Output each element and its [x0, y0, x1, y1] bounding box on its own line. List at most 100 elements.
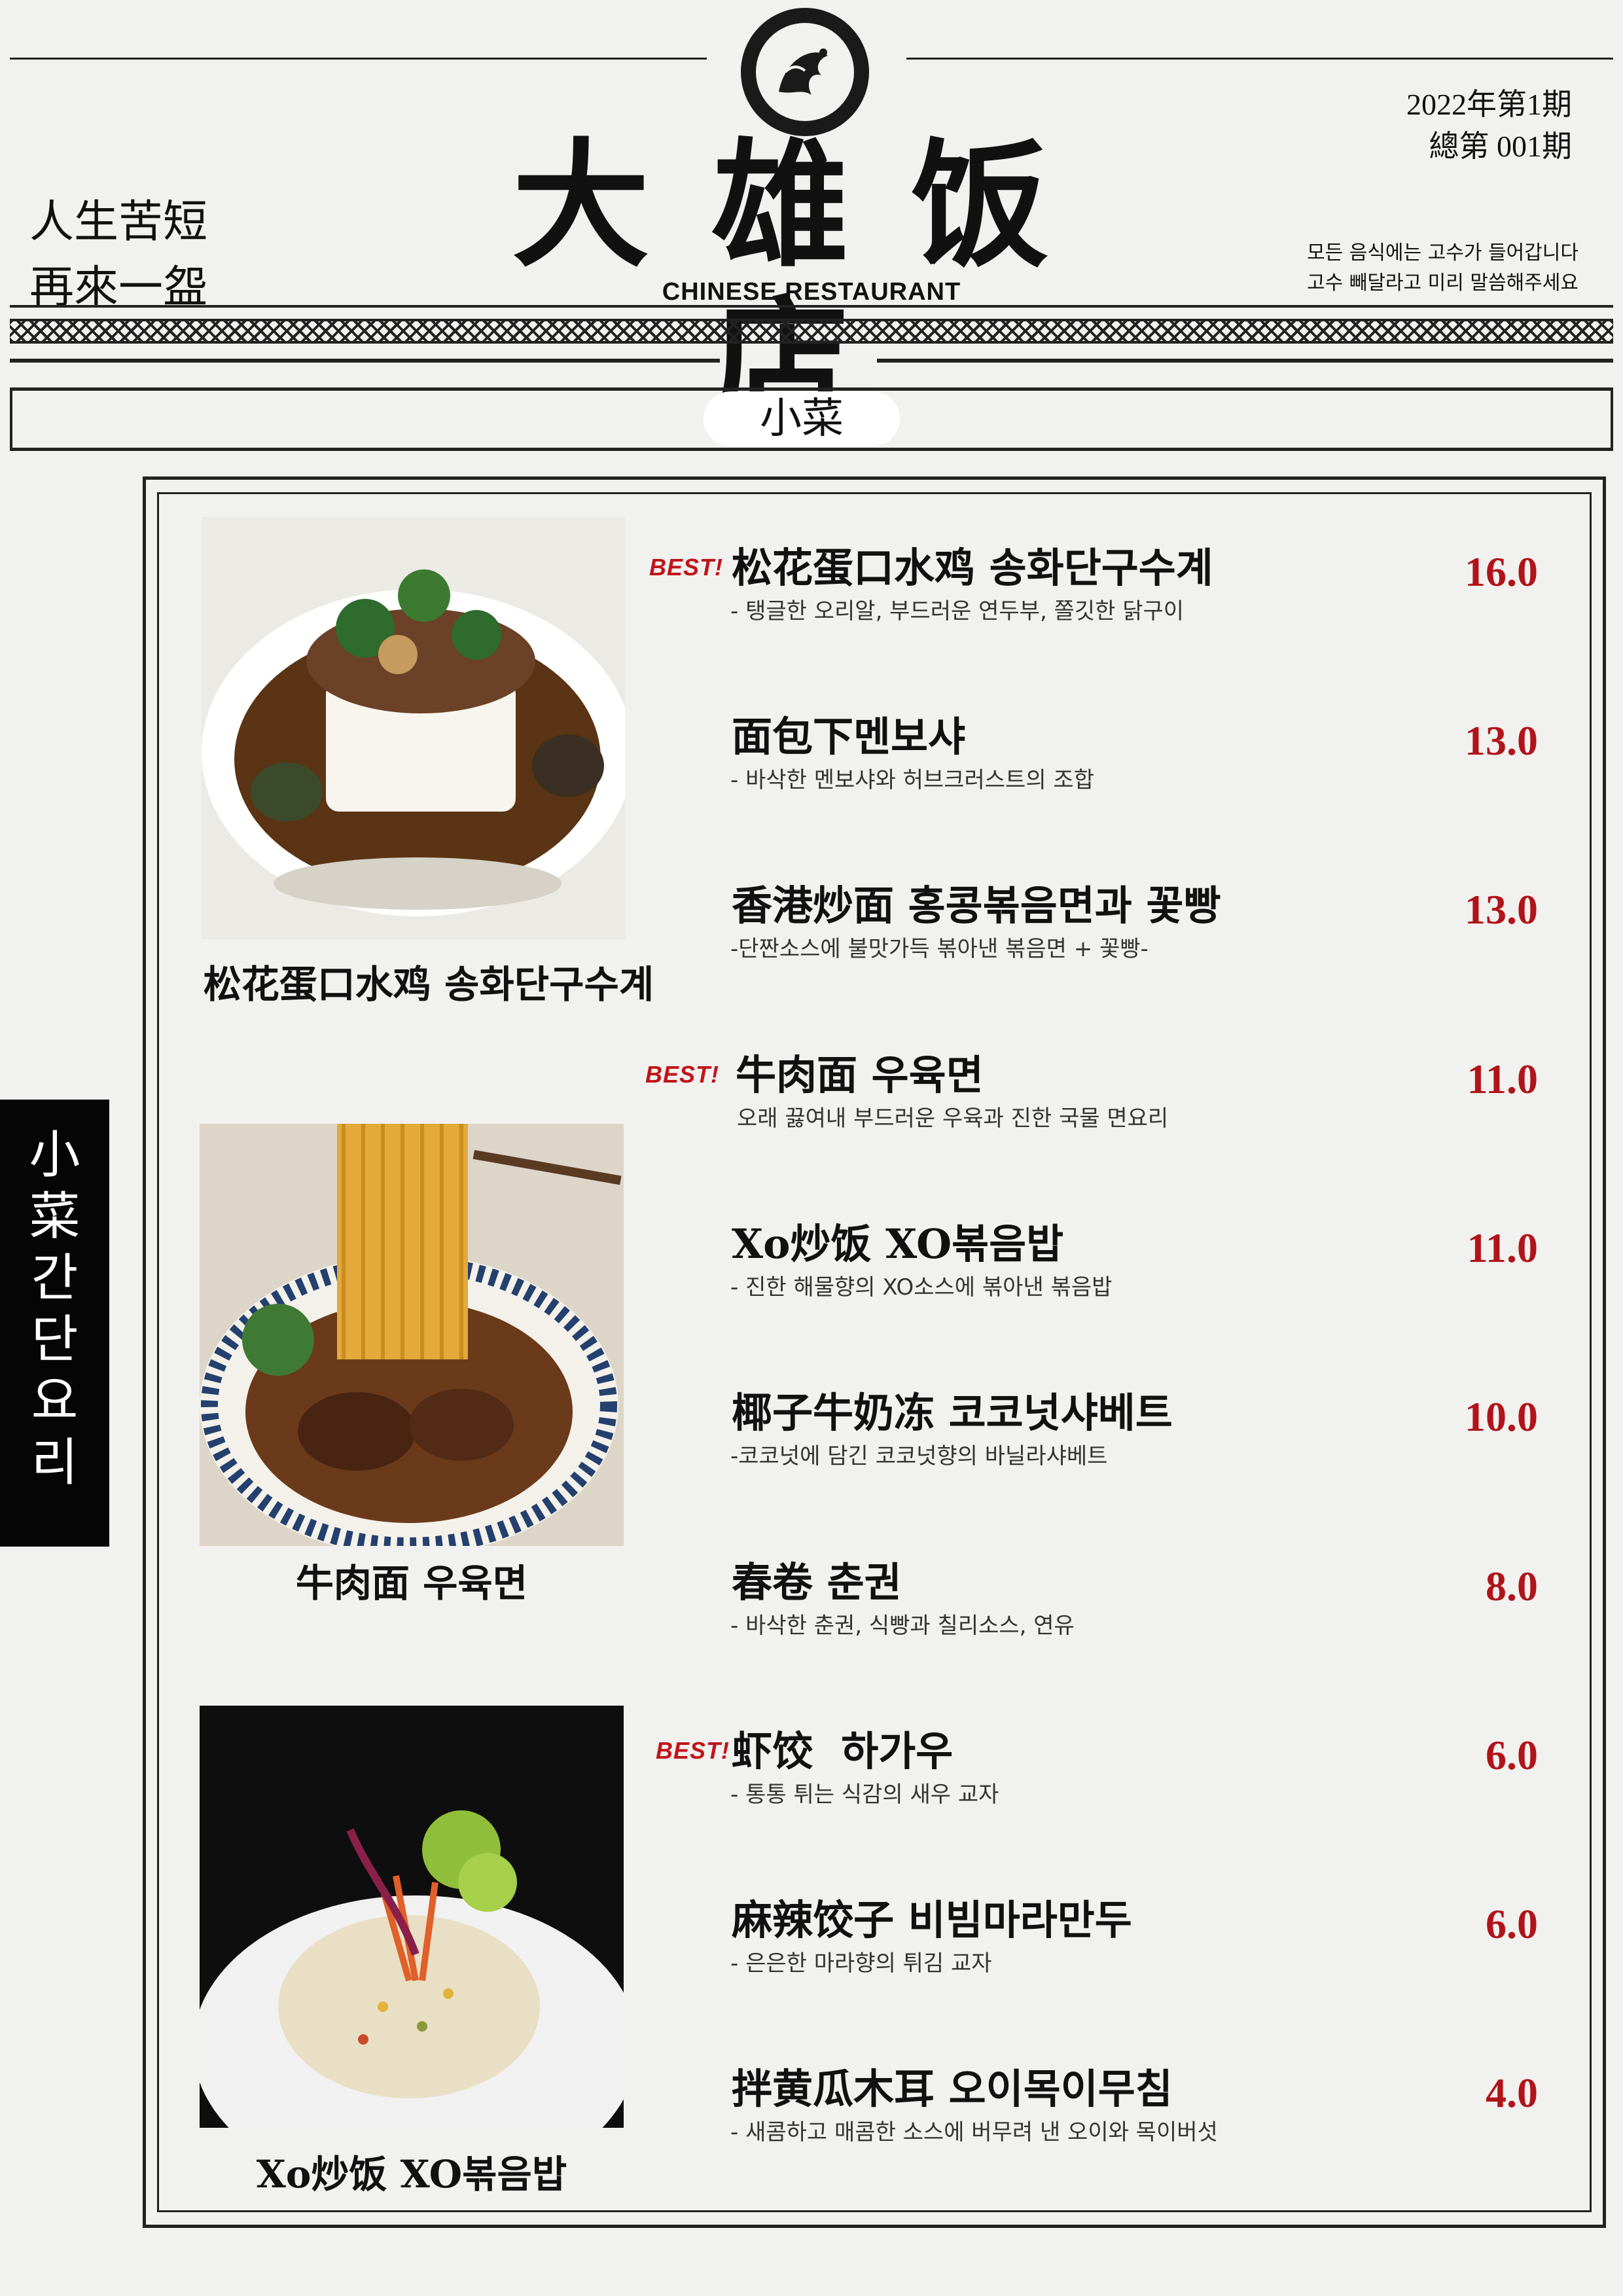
menu-item-price: 6.0	[1486, 1732, 1538, 1778]
menu-item-desc: - 은은한 마라향의 튀김 교자	[730, 1950, 992, 1977]
caption-cn: Xo炒饭	[256, 2152, 387, 2197]
slogan-line1: 人生苦短	[29, 196, 208, 248]
name-cn: 椰子牛奶冻	[732, 1389, 935, 1437]
menu-item-name: 麻辣饺子 비빔마라만두	[732, 1894, 1132, 1946]
menu-item-name: 椰子牛奶冻 코코넛샤베트	[732, 1387, 1173, 1439]
menu-item: 椰子牛奶冻 코코넛샤베트 -코코넛에 담긴 코코넛향의 바닐라샤베트 10.0	[726, 1387, 1538, 1518]
name-cn: Xo炒饭	[732, 1220, 872, 1268]
menu-item-name: 松花蛋口水鸡 송화단구수계	[732, 542, 1213, 594]
name-cn: 面包下	[732, 713, 854, 761]
side-label-char: 리	[31, 1433, 79, 1492]
menu-item-price: 13.0	[1465, 886, 1538, 933]
section-rule-edge-left	[10, 387, 12, 451]
menu-item-desc: - 바삭한 춘권, 식빵과 칠리소스, 연유	[730, 1613, 1075, 1639]
menu-item-price: 11.0	[1467, 1056, 1538, 1102]
section-rule-lower	[10, 448, 1613, 451]
caption-kr: 송화단구수계	[444, 962, 654, 1007]
menu-item: BEST! 虾饺 하가우 - 통통 튀는 식감의 새우 교자 6.0	[656, 1725, 1538, 1856]
menu-item-desc: - 새콤하고 매콤한 소스에 버무려 낸 오이와 목이버섯	[730, 2119, 1218, 2145]
name-cn: 麻辣饺子	[732, 1896, 895, 1944]
menu-item-name: 牛肉面 우육면	[736, 1049, 984, 1102]
photo-beef-noodle	[200, 1124, 624, 1546]
menu-item: 拌黄瓜木耳 오이목이무침 - 새콤하고 매콤한 소스에 버무려 낸 오이와 목이…	[726, 2063, 1538, 2194]
menu-item: BEST! 松花蛋口水鸡 송화단구수계 - 탱글한 오리알, 부드러운 연두부,…	[649, 542, 1538, 673]
issue-line2: 總第 001期	[1429, 130, 1573, 163]
side-label-char: 小	[29, 1126, 80, 1185]
issue-line1: 2022年第1期	[1406, 88, 1572, 121]
brand-subtitle: CHINESE RESTAURANT	[662, 278, 961, 306]
menu-item-name: Xo炒饭 XO볶음밥	[732, 1218, 1063, 1270]
name-kr: 오이목이무침	[948, 2065, 1173, 2113]
menu-item: 面包下멘보샤 - 바삭한 멘보샤와 허브크러스트의 조합 13.0	[726, 711, 1538, 842]
menu-item: 麻辣饺子 비빔마라만두 - 은은한 마라향의 튀김 교자 6.0	[726, 1894, 1538, 2025]
menu-item: 春卷 춘권 - 바삭한 춘권, 식빵과 칠리소스, 연유 8.0	[726, 1556, 1538, 1687]
photo-caption-2: 牛肉面 우육면	[200, 1552, 624, 1607]
menu-item-desc: - 탱글한 오리알, 부드러운 연두부, 쫄깃한 닭구이	[730, 598, 1185, 624]
menu-item-price: 6.0	[1486, 1901, 1538, 1947]
best-badge: BEST!	[645, 1061, 719, 1088]
slogan: 人生苦短 再來一盌	[29, 190, 207, 321]
photo-century-egg-chicken	[202, 517, 625, 939]
menu-item-desc: - 진한 해물향의 XO소스에 볶아낸 볶음밥	[730, 1274, 1113, 1300]
name-kr: 홍콩볶음면과 꽃빵	[908, 882, 1221, 929]
menu-item: Xo炒饭 XO볶음밥 - 진한 해물향의 XO소스에 볶아낸 볶음밥 11.0	[726, 1218, 1538, 1349]
menu-item-price: 13.0	[1465, 717, 1538, 764]
name-kr: 비빔마라만두	[908, 1896, 1132, 1944]
menu-item-name: 香港炒面 홍콩볶음면과 꽃빵	[732, 880, 1221, 932]
best-badge: BEST!	[649, 554, 723, 581]
menu-item-desc: 오래 끓여내 부드러운 우육과 진한 국물 면요리	[737, 1105, 1169, 1132]
name-cn: 松花蛋口水鸡	[732, 544, 976, 592]
name-cn: 香港炒面	[732, 882, 895, 929]
caption-kr: XO볶음밥	[400, 2152, 567, 2197]
notice-line1: 모든 음식에는 고수가 들어갑니다	[1306, 242, 1578, 264]
section-rule-left	[10, 359, 720, 363]
menu-item-name: 虾饺 하가우	[732, 1725, 953, 1778]
name-cn: 拌黄瓜木耳	[732, 2065, 935, 2113]
name-cn: 春卷	[732, 1558, 813, 1606]
coriander-notice: 모든 음식에는 고수가 들어갑니다 고수 빼달라고 미리 말씀해주세요	[1307, 238, 1578, 298]
side-label-char: 菜	[29, 1187, 80, 1246]
name-kr: 송화단구수계	[989, 544, 1213, 592]
issue-info: 2022年第1期 總第 001期	[1406, 84, 1572, 168]
side-label-char: 간	[31, 1249, 79, 1308]
name-kr: 하가우	[841, 1727, 954, 1775]
best-badge: BEST!	[656, 1737, 730, 1764]
side-category-tab: 小 菜 간 단 요 리	[0, 1100, 109, 1547]
menu-item-name: 面包下멘보샤	[732, 711, 965, 763]
header-rule-left	[10, 58, 707, 60]
name-kr: 멘보샤	[853, 713, 966, 761]
menu-item-desc: - 바삭한 멘보샤와 허브크러스트의 조합	[730, 767, 1094, 793]
header-rule-right	[906, 58, 1613, 60]
menu-item-price: 8.0	[1486, 1563, 1538, 1609]
section-title: 小菜	[704, 391, 900, 446]
caption-kr: 우육면	[423, 1561, 528, 1605]
photo-xo-fried-rice	[200, 1706, 624, 2128]
name-kr: XO볶음밥	[885, 1220, 1064, 1268]
menu-item-price: 10.0	[1465, 1393, 1538, 1440]
menu-item-desc: - 통통 튀는 식감의 새우 교자	[730, 1782, 999, 1808]
name-cn: 牛肉面	[736, 1051, 858, 1099]
slogan-line2: 再來一盌	[29, 262, 208, 314]
photo-caption-1: 松花蛋口水鸡 송화단구수계	[160, 954, 697, 1009]
name-kr: 춘권	[827, 1558, 902, 1606]
notice-line2: 고수 빼달라고 미리 말씀해주세요	[1306, 272, 1578, 295]
section-rule-right	[877, 359, 1613, 363]
name-cn: 虾饺	[732, 1727, 813, 1775]
decorative-pattern-band	[10, 319, 1613, 344]
menu-item-price: 4.0	[1486, 2070, 1538, 2116]
menu-item-name: 拌黄瓜木耳 오이목이무침	[732, 2063, 1173, 2115]
dragon-logo-icon	[741, 8, 869, 136]
menu-item-desc: -코코넛에 담긴 코코넛향의 바닐라샤베트	[730, 1443, 1108, 1469]
name-kr: 우육면	[871, 1051, 984, 1099]
section-rule-upper	[10, 387, 1613, 391]
section-rule-edge-right	[1611, 387, 1613, 451]
menu-item-price: 16.0	[1465, 548, 1538, 595]
menu-item: 香港炒面 홍콩볶음면과 꽃빵 -단짠소스에 불맛가득 볶아낸 볶음면 + 꽃빵-…	[726, 880, 1538, 1011]
side-label-char: 요	[31, 1372, 79, 1431]
photo-caption-3: Xo炒饭 XO볶음밥	[200, 2144, 624, 2198]
menu-item-desc: -단짠소스에 불맛가득 볶아낸 볶음면 + 꽃빵-	[730, 936, 1149, 962]
pattern-rule-top	[10, 305, 1613, 308]
caption-cn: 牛肉面	[295, 1561, 410, 1605]
caption-cn: 松花蛋口水鸡	[203, 962, 431, 1007]
menu-item-price: 11.0	[1467, 1225, 1538, 1271]
